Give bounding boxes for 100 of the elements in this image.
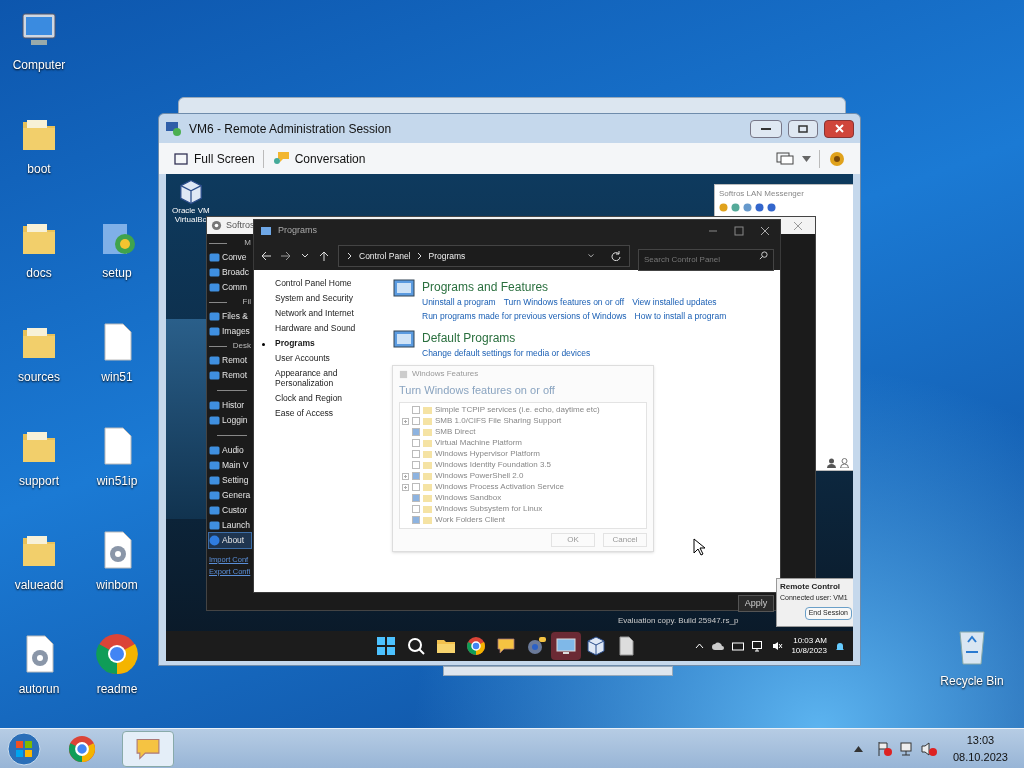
network-icon[interactable] bbox=[752, 640, 765, 652]
desktop-icon-label[interactable]: Recycle Bin bbox=[940, 672, 1004, 690]
nav-link[interactable]: Network and Internet bbox=[275, 308, 354, 318]
sidebar-item[interactable]: Custor bbox=[209, 503, 251, 518]
user-icon[interactable] bbox=[840, 458, 849, 468]
chevron-up-icon[interactable] bbox=[853, 745, 863, 752]
nav-link[interactable]: Hardware and Sound bbox=[275, 323, 356, 333]
sidebar-item[interactable]: Files & bbox=[209, 309, 251, 324]
speaker-muted-icon[interactable] bbox=[772, 641, 784, 651]
breadcrumb-item[interactable]: Programs bbox=[428, 249, 466, 263]
desktop-icon-label[interactable]: win51 bbox=[101, 368, 133, 386]
desktop-icon-label[interactable]: sources bbox=[18, 368, 60, 386]
desktop-icon-label[interactable]: Computer bbox=[12, 56, 66, 74]
sidebar-item[interactable]: Remot bbox=[209, 353, 251, 368]
feature-item[interactable]: Windows Hypervisor Platform bbox=[400, 448, 646, 460]
feature-item[interactable]: Windows Subsystem for Linux bbox=[400, 503, 646, 515]
link[interactable]: Uninstall a program bbox=[422, 296, 496, 309]
monitor-icon[interactable] bbox=[776, 150, 794, 167]
link[interactable]: Change default settings for media or devices bbox=[422, 346, 591, 360]
toolbar-button[interactable]: Conversation bbox=[271, 149, 366, 168]
sidebar-item[interactable]: Loggin bbox=[209, 413, 251, 428]
toolbar-button[interactable]: Full Screen bbox=[173, 149, 255, 168]
section-title[interactable]: Default Programs bbox=[422, 328, 591, 347]
checkbox[interactable] bbox=[412, 516, 420, 525]
feature-item[interactable]: Windows PowerShell 2.0 bbox=[400, 470, 646, 482]
nav-link[interactable]: Control Panel Home bbox=[275, 278, 352, 288]
link[interactable]: Run programs made for previous versions of Windows bbox=[422, 309, 627, 323]
close-button[interactable] bbox=[824, 119, 854, 138]
bell-icon[interactable] bbox=[835, 640, 845, 652]
checkbox[interactable] bbox=[412, 483, 420, 492]
checkbox[interactable] bbox=[412, 461, 420, 470]
link[interactable]: View installed updates bbox=[632, 296, 717, 309]
sidebar-item[interactable]: Broadc bbox=[209, 265, 251, 280]
close-icon[interactable] bbox=[760, 226, 770, 236]
desktop-icon-label[interactable]: winbom bbox=[96, 576, 138, 594]
link[interactable]: How to install a program bbox=[634, 309, 727, 323]
sidebar-item[interactable]: Conve bbox=[209, 250, 251, 265]
desktop-icon-label[interactable]: valueadd bbox=[14, 576, 64, 594]
checkbox[interactable] bbox=[412, 428, 420, 437]
section-title[interactable]: Programs and Features bbox=[422, 278, 772, 296]
clock-time[interactable]: 10:03 AM bbox=[793, 636, 827, 646]
feature-item[interactable]: Virtual Machine Platform bbox=[400, 437, 646, 449]
clock-date[interactable]: 08.10.2023 bbox=[952, 748, 1008, 765]
maximize-icon[interactable] bbox=[734, 226, 744, 236]
minimize-button[interactable] bbox=[750, 119, 782, 138]
nav-link[interactable]: Ease of Access bbox=[275, 408, 334, 418]
feature-item[interactable]: Windows Sandbox bbox=[400, 492, 646, 504]
sidebar-item[interactable]: Setting bbox=[209, 473, 251, 488]
desktop-icon-label[interactable]: setup bbox=[102, 264, 132, 282]
feature-item[interactable]: Windows Identity Foundation 3.5 bbox=[400, 459, 646, 471]
clock-time[interactable]: 13:03 bbox=[966, 732, 995, 749]
sidebar-item[interactable]: Launch bbox=[209, 518, 251, 533]
nav-link[interactable]: User Accounts bbox=[275, 353, 330, 363]
nav-link[interactable]: Clock and Region bbox=[275, 393, 343, 403]
checkbox[interactable] bbox=[412, 472, 420, 481]
nav-link[interactable]: Appearance and Personalization bbox=[275, 368, 370, 388]
checkbox[interactable] bbox=[412, 417, 420, 426]
feature-item[interactable]: SMB Direct bbox=[400, 426, 646, 438]
start-orb-icon[interactable] bbox=[6, 730, 42, 767]
feature-item[interactable]: Simple TCPIP services (i.e. echo, daytime etc) bbox=[400, 404, 646, 416]
sidebar-item[interactable]: Audio bbox=[209, 443, 251, 458]
checkbox[interactable] bbox=[412, 505, 420, 514]
desktop-icon-label[interactable]: support bbox=[19, 472, 59, 490]
sidebar-item[interactable]: Genera bbox=[209, 488, 251, 503]
desktop-icon-label[interactable]: autorun bbox=[18, 680, 60, 698]
feature-item[interactable]: Windows Process Activation Service bbox=[400, 481, 646, 493]
up-arrow-icon[interactable] bbox=[318, 250, 330, 262]
sidebar-item[interactable]: Histor bbox=[209, 398, 251, 413]
caret-icon[interactable] bbox=[802, 155, 811, 162]
nav-link[interactable]: Programs bbox=[275, 338, 315, 348]
desktop-icon-label[interactable]: docs bbox=[26, 264, 52, 282]
desktop-icon-label[interactable]: win51ip bbox=[96, 472, 138, 490]
desktop-icon-label[interactable]: readme bbox=[96, 680, 138, 698]
sidebar-item[interactable]: Remot bbox=[209, 368, 251, 383]
desktop-icon-label[interactable]: Oracle VM VirtualBo bbox=[172, 206, 210, 224]
nav-link[interactable]: System and Security bbox=[275, 293, 353, 303]
sidebar-item[interactable]: Main V bbox=[209, 458, 251, 473]
clock-date[interactable]: 10/8/2023 bbox=[791, 646, 827, 656]
refresh-icon[interactable] bbox=[611, 251, 621, 261]
sidebar-item[interactable]: Comm bbox=[209, 280, 251, 295]
apply-button[interactable]: Apply bbox=[738, 595, 774, 612]
chevron-up-icon[interactable] bbox=[695, 643, 705, 649]
restore-button[interactable] bbox=[788, 119, 818, 138]
feature-item[interactable]: SMB 1.0/CIFS File Sharing Support bbox=[400, 415, 646, 427]
sidebar-item[interactable]: About bbox=[209, 533, 251, 548]
sidebar-item[interactable]: Images bbox=[209, 324, 251, 339]
checkbox[interactable] bbox=[412, 450, 420, 459]
search-icon[interactable] bbox=[759, 251, 768, 260]
feature-item[interactable]: Work Folders Client bbox=[400, 514, 646, 526]
keyboard-icon[interactable] bbox=[732, 641, 745, 651]
user-icon[interactable] bbox=[827, 458, 836, 468]
forward-arrow-icon[interactable] bbox=[280, 250, 292, 262]
link[interactable]: Turn Windows features on or off bbox=[503, 296, 625, 309]
back-arrow-icon[interactable] bbox=[260, 250, 272, 262]
breadcrumb-item[interactable]: Control Panel bbox=[359, 249, 411, 263]
search-field[interactable]: Search Control Panel bbox=[638, 248, 774, 271]
checkbox[interactable] bbox=[412, 406, 420, 415]
flag-error-icon[interactable] bbox=[876, 740, 893, 757]
checkbox[interactable] bbox=[412, 494, 420, 503]
desktop-icon-label[interactable]: boot bbox=[27, 160, 51, 178]
